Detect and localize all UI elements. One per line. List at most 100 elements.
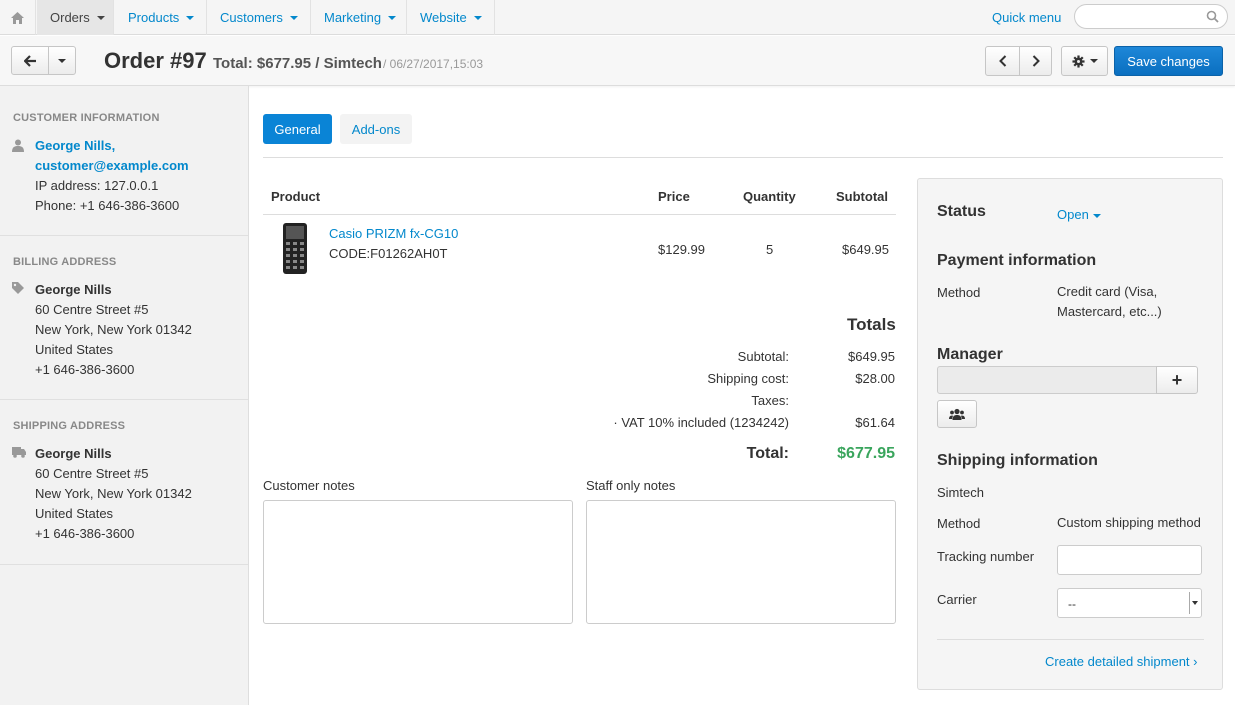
product-price: $129.99 <box>658 242 705 257</box>
home-button[interactable] <box>0 0 36 35</box>
shipping-cost-label: Shipping cost: <box>707 371 789 386</box>
nav-website[interactable]: Website <box>407 0 495 35</box>
panel-divider <box>937 639 1204 640</box>
nav-orders-label: Orders <box>50 10 90 25</box>
billing-address-title: BILLING ADDRESS <box>13 256 117 268</box>
carrier-select[interactable]: -- <box>1057 588 1202 618</box>
taxes-label: Taxes: <box>751 393 789 408</box>
status-dropdown[interactable]: Open <box>1057 207 1101 222</box>
column-header-product: Product <box>271 189 321 204</box>
settings-dropdown-button[interactable] <box>1061 46 1108 76</box>
manager-input[interactable] <box>937 366 1157 394</box>
subtotal-label: Subtotal: <box>737 349 789 364</box>
quick-menu-link[interactable]: Quick menu <box>992 10 1061 25</box>
tabs-divider <box>263 157 1223 158</box>
payment-method-label: Method <box>937 285 981 300</box>
product-thumbnail[interactable] <box>282 222 308 275</box>
tracking-number-input[interactable] <box>1057 545 1202 575</box>
staff-notes-textarea[interactable] <box>586 500 896 624</box>
shipping-address-title: SHIPPING ADDRESS <box>13 420 126 432</box>
shipping-information-heading: Shipping information <box>937 452 1098 469</box>
chevron-right-icon <box>1032 55 1040 67</box>
caret-down-icon <box>186 15 195 20</box>
search-icon[interactable] <box>1206 10 1219 23</box>
next-order-button[interactable] <box>1019 46 1052 76</box>
users-icon <box>949 408 965 420</box>
staff-notes-label: Staff only notes <box>586 478 676 493</box>
product-quantity: 5 <box>766 242 774 257</box>
customer-notes-textarea[interactable] <box>263 500 573 624</box>
tab-add-ons[interactable]: Add-ons <box>340 114 412 144</box>
back-dropdown-button[interactable] <box>48 46 76 75</box>
select-manager-button[interactable] <box>937 400 977 428</box>
order-info-panel: Status Open Payment information Method C… <box>917 178 1223 690</box>
order-header: Order #97 Total: $677.95 / Simtech / 06/… <box>0 36 1235 86</box>
caret-down-icon <box>289 15 298 20</box>
customer-information-section: CUSTOMER INFORMATION George Nills, custo… <box>0 86 248 236</box>
billing-street: 60 Centre Street #5 <box>35 302 149 317</box>
grand-total-value: $677.95 <box>837 445 895 462</box>
nav-products-label: Products <box>128 10 180 25</box>
shipping-street: 60 Centre Street #5 <box>35 466 149 481</box>
customer-email-link[interactable]: customer@example.com <box>35 158 189 173</box>
status-heading: Status <box>937 203 986 220</box>
user-icon <box>12 139 24 152</box>
caret-down-icon <box>58 58 66 63</box>
tracking-number-label: Tracking number <box>937 549 1035 564</box>
billing-name: George Nills <box>35 282 112 297</box>
caret-down-icon <box>96 15 105 20</box>
shipping-address-section: SHIPPING ADDRESS George Nills 60 Centre … <box>0 400 248 565</box>
column-header-subtotal: Subtotal <box>836 189 888 204</box>
nav-marketing[interactable]: Marketing <box>311 0 407 35</box>
order-date: / 06/27/2017,15:03 <box>383 57 484 71</box>
customer-sidebar: CUSTOMER INFORMATION George Nills, custo… <box>0 86 249 705</box>
grand-total-label: Total: <box>746 445 789 462</box>
nav-marketing-label: Marketing <box>324 10 382 25</box>
truck-icon <box>12 447 26 458</box>
product-name-link[interactable]: Casio PRIZM fx-CG10 <box>329 226 458 241</box>
shipping-city: New York, New York 01342 <box>35 486 192 501</box>
totals-heading: Totals <box>847 315 896 334</box>
customer-information-title: CUSTOMER INFORMATION <box>13 112 160 124</box>
shipping-method-value: Custom shipping method <box>1057 515 1201 530</box>
manager-heading: Manager <box>937 346 1003 363</box>
shipping-cost-value: $28.00 <box>855 371 895 386</box>
carrier-label: Carrier <box>937 592 977 607</box>
home-icon <box>11 11 24 24</box>
billing-address-section: BILLING ADDRESS George Nills 60 Centre S… <box>0 236 248 400</box>
nav-customers-label: Customers <box>220 10 283 25</box>
create-detailed-shipment-link[interactable]: Create detailed shipment › <box>1045 654 1197 669</box>
caret-down-icon <box>388 15 397 20</box>
gear-icon <box>1071 54 1085 68</box>
billing-city: New York, New York 01342 <box>35 322 192 337</box>
shipping-phone: +1 646-386-3600 <box>35 526 135 541</box>
column-header-price: Price <box>658 189 690 204</box>
nav-orders[interactable]: Orders <box>37 0 114 35</box>
nav-website-label: Website <box>420 10 467 25</box>
billing-phone: +1 646-386-3600 <box>35 362 135 377</box>
payment-information-heading: Payment information <box>937 252 1097 269</box>
back-button[interactable] <box>11 46 49 75</box>
customer-name-link[interactable]: George Nills, <box>35 138 115 153</box>
add-manager-button[interactable]: + <box>1156 366 1198 394</box>
vat-label: · VAT 10% included (1234242) <box>613 415 789 430</box>
nav-products[interactable]: Products <box>115 0 207 35</box>
customer-notes-label: Customer notes <box>263 478 355 493</box>
caret-down-icon <box>1092 213 1101 218</box>
product-subtotal: $649.95 <box>842 242 889 257</box>
tab-general[interactable]: General <box>263 114 332 144</box>
caret-down-icon <box>1089 59 1098 63</box>
save-changes-button[interactable]: Save changes <box>1114 46 1223 76</box>
carrier-selected-value: -- <box>1068 597 1076 611</box>
arrow-left-icon <box>23 54 36 67</box>
vat-value: $61.64 <box>855 415 895 430</box>
caret-down-icon <box>473 15 482 20</box>
search-input[interactable] <box>1074 4 1228 29</box>
nav-customers[interactable]: Customers <box>207 0 311 35</box>
billing-country: United States <box>35 342 114 357</box>
previous-order-button[interactable] <box>985 46 1020 76</box>
shipping-country: United States <box>35 506 114 521</box>
status-value: Open <box>1057 207 1089 222</box>
column-header-quantity: Quantity <box>743 189 796 204</box>
shipping-name: George Nills <box>35 446 112 461</box>
